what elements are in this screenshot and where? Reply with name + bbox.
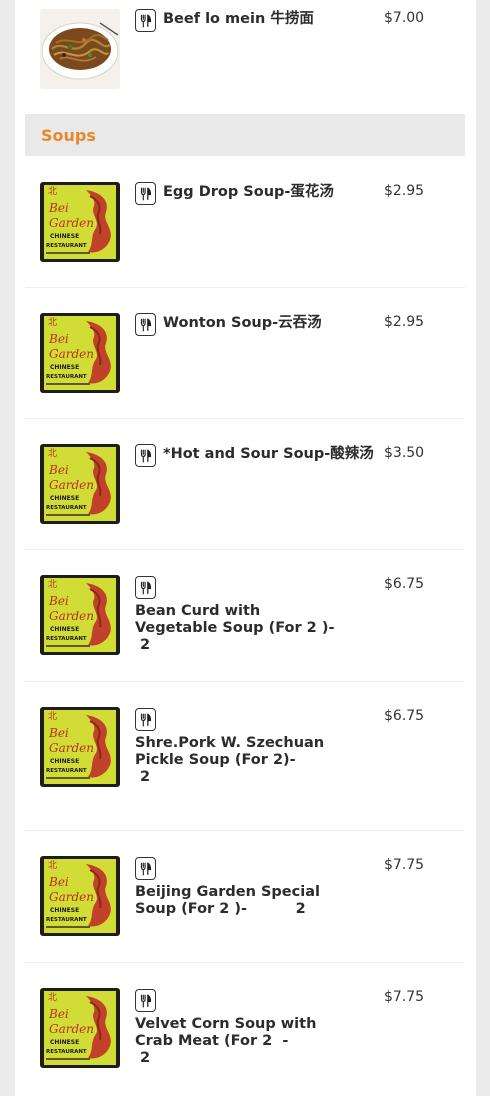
item-name: Shre.Pork W. Szechuan Pickle Soup (For 2… <box>135 735 354 785</box>
dish-photo[interactable] <box>40 182 120 262</box>
menu-item[interactable]: *Hot and Sour Soup-酸辣汤 $3.50 <box>25 419 465 550</box>
utensils-icon <box>135 313 156 336</box>
utensils-icon <box>135 857 156 880</box>
item-name: Velvet Corn Soup with Crab Meat (For 2 -… <box>135 1016 361 1066</box>
utensils-icon <box>135 989 156 1012</box>
menu-panel: Beef lo mein 牛捞面 $7.00 Soups Egg Drop So… <box>15 0 476 1096</box>
utensils-icon <box>135 444 156 467</box>
dish-photo[interactable] <box>40 575 120 655</box>
utensils-icon <box>135 576 156 599</box>
dish-photo[interactable] <box>40 988 120 1068</box>
item-price: $6.75 <box>384 576 425 592</box>
menu-item[interactable]: Velvet Corn Soup with Crab Meat (For 2 -… <box>25 963 465 1096</box>
item-name: Beef lo mein 牛捞面 <box>163 11 314 27</box>
menu-item[interactable]: Beef lo mein 牛捞面 $7.00 <box>25 0 465 114</box>
item-price: $6.75 <box>384 708 425 724</box>
menu-item[interactable]: Wonton Soup-云吞汤 $2.95 <box>25 288 465 419</box>
dish-photo[interactable] <box>40 856 120 936</box>
section-title: Soups <box>41 126 96 145</box>
dish-photo[interactable] <box>40 9 120 89</box>
menu-item[interactable]: Shre.Pork W. Szechuan Pickle Soup (For 2… <box>25 682 465 831</box>
item-price: $7.00 <box>384 10 425 26</box>
item-name: *Hot and Sour Soup-酸辣汤 <box>163 446 374 462</box>
dish-photo[interactable] <box>40 707 120 787</box>
item-name: Wonton Soup-云吞汤 <box>163 315 322 331</box>
menu-item[interactable]: Bean Curd with Vegetable Soup (For 2 )- … <box>25 550 465 682</box>
item-price: $7.75 <box>384 857 425 873</box>
item-name: Egg Drop Soup-蛋花汤 <box>163 184 334 200</box>
item-name: Bean Curd with Vegetable Soup (For 2 )- … <box>135 603 422 653</box>
utensils-icon <box>135 9 156 32</box>
item-price: $7.75 <box>384 989 425 1005</box>
item-price: $3.50 <box>384 445 425 461</box>
menu-item[interactable]: Beijing Garden Special Soup (For 2 )- 2 … <box>25 831 465 963</box>
item-price: $2.95 <box>384 314 425 330</box>
utensils-icon <box>135 708 156 731</box>
utensils-icon <box>135 182 156 205</box>
item-price: $2.95 <box>384 183 425 199</box>
menu-item[interactable]: Egg Drop Soup-蛋花汤 $2.95 <box>25 157 465 288</box>
dish-photo[interactable] <box>40 313 120 393</box>
item-name: Beijing Garden Special Soup (For 2 )- 2 <box>135 884 320 917</box>
dish-photo[interactable] <box>40 444 120 524</box>
section-header: Soups <box>25 114 465 156</box>
